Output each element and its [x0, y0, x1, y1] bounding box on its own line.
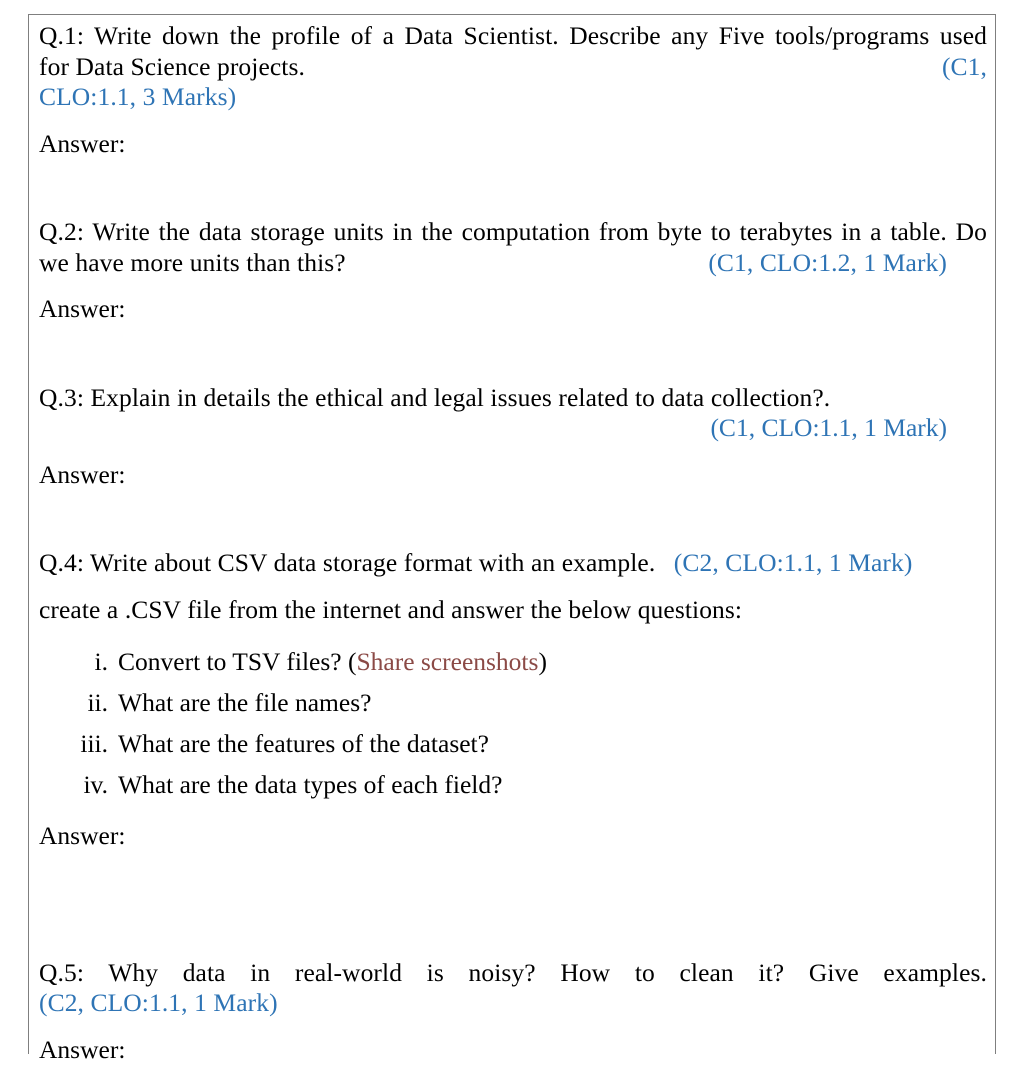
question-q1-marks-inline: (C1, [942, 52, 987, 83]
question-q4-marks: (C2, CLO:1.1, 1 Mark) [662, 548, 913, 577]
question-q1-line1-text: Q.1: Write down the profile of a Data Sc… [39, 21, 987, 50]
question-q4-line1: Q.4: Write about CSV data storage format… [39, 548, 987, 579]
list-item-marker: iv. [74, 764, 118, 805]
question-q5-line1: Q.5: Why data in real-world is noisy? Ho… [39, 958, 987, 989]
list-item-marker: i. [74, 641, 118, 682]
list-item-label: Convert to TSV files? ( [118, 647, 356, 676]
list-item-tail: ) [538, 647, 547, 676]
question-block-q1: Q.1: Write down the profile of a Data Sc… [39, 21, 987, 159]
question-q5-marks: (C2, CLO:1.1, 1 Mark) [39, 988, 987, 1019]
list-item-note: Share screenshots [356, 647, 538, 676]
question-q3-line1: Q.3: Explain in details the ethical and … [39, 383, 987, 414]
question-q3-marks: (C1, CLO:1.1, 1 Mark) [39, 413, 987, 444]
question-q4-line2: create a .CSV file from the internet and… [39, 595, 987, 626]
list-item: i. Convert to TSV files? (Share screensh… [39, 641, 987, 682]
list-item-marker: iii. [74, 723, 118, 764]
question-block-q2: Q.2: Write the data storage units in the… [39, 217, 987, 325]
question-block-q5: Q.5: Why data in real-world is noisy? Ho… [39, 958, 987, 1065]
list-item: iii. What are the features of the datase… [39, 723, 987, 764]
question-block-q4: Q.4: Write about CSV data storage format… [39, 548, 987, 852]
spacer [39, 113, 987, 129]
list-item-body: What are the file names? [118, 682, 987, 723]
spacer [39, 1019, 987, 1035]
question-q2-line2-text: we have more units than this? [39, 248, 346, 277]
page-body: Q.1: Write down the profile of a Data Sc… [39, 21, 987, 1065]
question-q1-line2: for Data Science projects. (C1, [39, 52, 987, 83]
spacer [39, 490, 987, 548]
question-q2-line2: we have more units than this? (C1, CLO:1… [39, 248, 987, 279]
question-q1-line1: Q.1: Write down the profile of a Data Sc… [39, 21, 987, 52]
answer-label-q2: Answer: [39, 294, 987, 325]
spacer [39, 159, 987, 217]
question-q1-marks-wrapped: CLO:1.1, 3 Marks) [39, 82, 987, 113]
answer-label-q4: Answer: [39, 821, 987, 852]
question-q5-line1-text: Q.5: Why data in real-world is noisy? Ho… [39, 958, 987, 987]
spacer [39, 444, 987, 460]
spacer [39, 805, 987, 821]
list-item-marker: ii. [74, 682, 118, 723]
list-item: iv. What are the data types of each fiel… [39, 764, 987, 805]
question-block-q3: Q.3: Explain in details the ethical and … [39, 383, 987, 491]
page-sheet: Q.1: Write down the profile of a Data Sc… [28, 14, 996, 1054]
answer-label-q3: Answer: [39, 460, 987, 491]
spacer [39, 325, 987, 383]
spacer [39, 852, 987, 958]
list-item-body: What are the data types of each field? [118, 764, 987, 805]
list-item: ii. What are the file names? [39, 682, 987, 723]
question-q4-line1-text: Q.4: Write about CSV data storage format… [39, 548, 655, 577]
list-item-body: What are the features of the dataset? [118, 723, 987, 764]
question-q4-sublist: i. Convert to TSV files? (Share screensh… [39, 641, 987, 805]
question-q3-line1-text: Q.3: Explain in details the ethical and … [39, 383, 830, 412]
answer-label-q1: Answer: [39, 129, 987, 160]
question-q1-line2-text: for Data Science projects. [39, 52, 305, 81]
question-q2-line1-text: Q.2: Write the data storage units in the… [39, 217, 987, 246]
list-item-body: Convert to TSV files? (Share screenshots… [118, 641, 987, 682]
question-q2-marks: (C1, CLO:1.2, 1 Mark) [708, 248, 987, 279]
question-q2-line1: Q.2: Write the data storage units in the… [39, 217, 987, 248]
answer-label-q5: Answer: [39, 1035, 987, 1065]
spacer [39, 625, 987, 641]
spacer [39, 278, 987, 294]
spacer [39, 579, 987, 595]
